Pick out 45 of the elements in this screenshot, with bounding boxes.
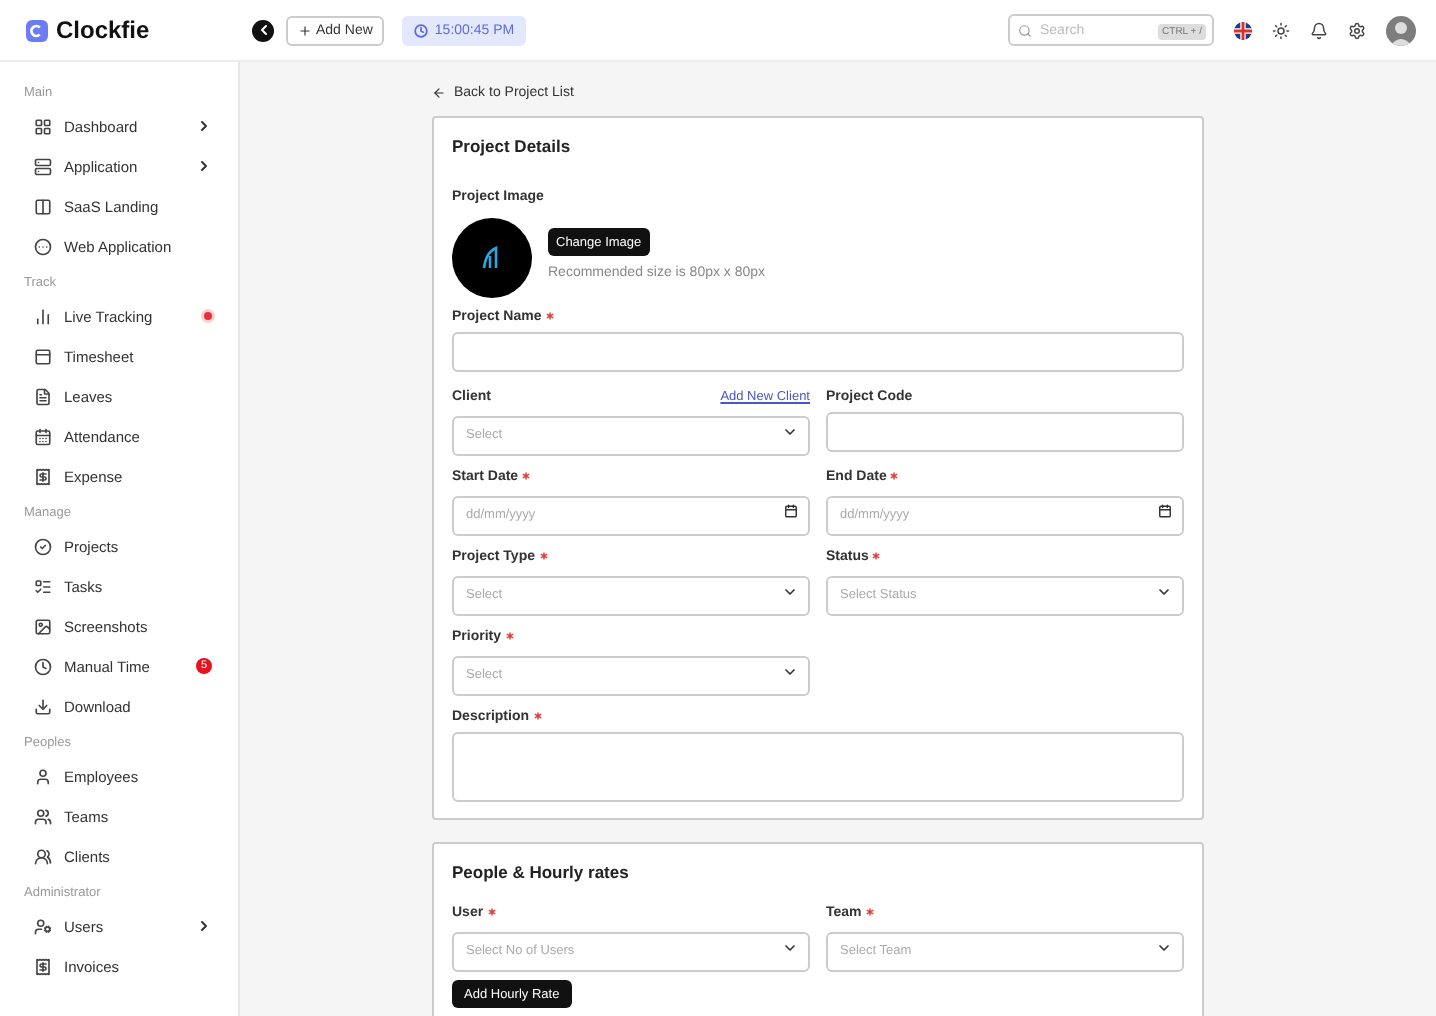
chevron-down-icon [782,584,798,600]
menu-icon [34,197,52,215]
avatar[interactable] [1386,15,1416,45]
chevron-left-icon [255,22,271,38]
chevron-down-icon [782,664,798,680]
project-image [452,218,532,298]
menu-icon [34,387,52,405]
collapse-button[interactable] [252,19,274,41]
plus-icon [298,23,312,37]
menu-icon [34,617,52,635]
menu-icon [34,697,52,715]
menu-icon [34,657,52,675]
arrow-left-icon [432,86,446,100]
menu-icon [34,537,52,555]
menu-icon [34,467,52,485]
menu-icon [34,237,52,255]
menu-icon [34,957,52,975]
logo-icon [26,19,48,41]
calendar-icon [784,504,798,518]
search-icon [1018,23,1032,37]
menu-icon [34,307,52,325]
menu-icon [34,427,52,445]
chevron-down-icon [782,424,798,440]
notification-icon[interactable] [1310,21,1328,39]
menu-icon [34,157,52,175]
settings-icon[interactable] [1348,21,1366,39]
text-field[interactable] [826,412,1184,452]
calendar-icon [1158,504,1172,518]
flag-icon[interactable] [1234,21,1252,39]
menu-icon [34,347,52,365]
menu-icon [34,577,52,595]
chevron-down-icon [1156,584,1172,600]
card-title: Project Details [452,136,573,156]
menu-icon [34,767,52,785]
clock-icon [414,23,429,37]
menu-icon [34,917,52,935]
sun-icon[interactable] [1272,21,1290,39]
card-title: People & Hourly rates [452,862,631,882]
brand-name: Clockfie [56,16,150,44]
menu-icon [34,807,52,825]
chevron-down-icon [1156,940,1172,956]
menu-icon [34,117,52,135]
chevron-down-icon [782,940,798,956]
text-field[interactable] [452,332,1184,372]
menu-icon [34,847,52,865]
